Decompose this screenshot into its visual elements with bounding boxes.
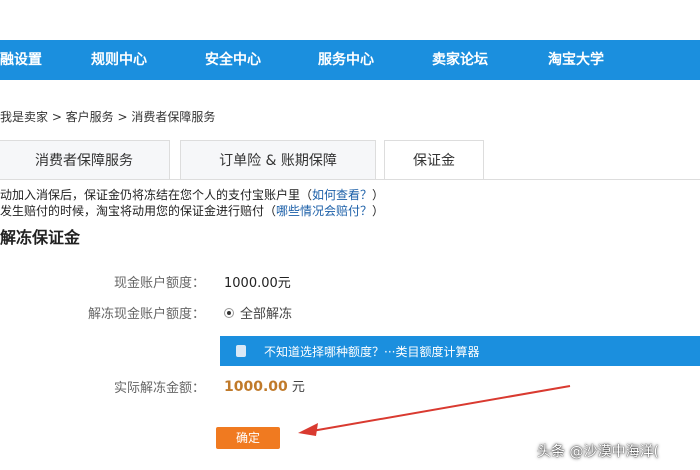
nav-item-security[interactable]: 安全中心 <box>205 40 261 80</box>
actual-amount-unit: 元 <box>287 380 305 395</box>
note-line-2-text: 发生赔付的时候，淘宝将动用您的保证金进行赔付（ <box>0 204 277 218</box>
actual-unfreeze-label: 实际解冻金额： <box>113 381 205 396</box>
note-line-2: 发生赔付的时候，淘宝将动用您的保证金进行赔付（哪些情况会赔付？） <box>0 202 384 219</box>
tab-divider <box>0 179 700 180</box>
tab-bar: 消费者保障服务 订单险 & 账期保障 保证金 <box>0 140 700 180</box>
full-unfreeze-option[interactable]: 全部解冻 <box>240 303 292 322</box>
actual-amount-number: 1000.00 <box>224 379 288 395</box>
nav-item-settings[interactable]: 融设置 <box>0 40 42 80</box>
nav-item-forum[interactable]: 卖家论坛 <box>432 40 488 80</box>
cash-account-value: 1000.00元 <box>224 276 291 291</box>
breadcrumb: 我是卖家 > 客户服务 > 消费者保障服务 <box>0 110 216 124</box>
full-unfreeze-radio[interactable] <box>224 308 234 318</box>
confirm-button[interactable]: 确定 <box>216 427 280 449</box>
arrow-shaft <box>311 385 571 432</box>
nav-item-rules[interactable]: 规则中心 <box>91 40 147 80</box>
arrow-head <box>298 423 318 436</box>
quota-calculator-text[interactable]: 不知道选择哪种额度？···类目额度计算器 <box>264 343 479 360</box>
unfreeze-label: 解冻现金账户额度： <box>87 307 205 322</box>
note-line-1-end: ） <box>372 188 385 202</box>
watermark: 头条 @沙漠中海洋( <box>537 444 659 460</box>
note-line-2-end: ） <box>372 204 385 218</box>
tab-deposit[interactable]: 保证金 <box>384 140 484 180</box>
how-to-check-link[interactable]: 如何查看？ <box>312 188 372 202</box>
top-nav: 融设置 规则中心 安全中心 服务中心 卖家论坛 淘宝大学 <box>0 40 700 80</box>
actual-unfreeze-amount: 1000.00 元 <box>224 376 305 395</box>
section-title: 解冻保证金 <box>0 228 81 247</box>
compensation-cases-link[interactable]: 哪些情况会赔付？ <box>276 204 372 218</box>
note-line-1: 动加入消保后，保证金仍将冻结在您个人的支付宝账户里（如何查看？） <box>0 186 384 203</box>
nav-item-service[interactable]: 服务中心 <box>318 40 374 80</box>
tab-order-insurance[interactable]: 订单险 & 账期保障 <box>180 140 376 180</box>
calculator-icon <box>236 345 246 357</box>
tab-consumer-protection[interactable]: 消费者保障服务 <box>0 140 170 180</box>
note-line-1-text: 动加入消保后，保证金仍将冻结在您个人的支付宝账户里（ <box>0 188 313 202</box>
cash-account-label: 现金账户额度： <box>113 276 205 291</box>
nav-item-university[interactable]: 淘宝大学 <box>548 40 604 80</box>
quota-calculator-bar[interactable]: 不知道选择哪种额度？···类目额度计算器 <box>220 336 700 366</box>
